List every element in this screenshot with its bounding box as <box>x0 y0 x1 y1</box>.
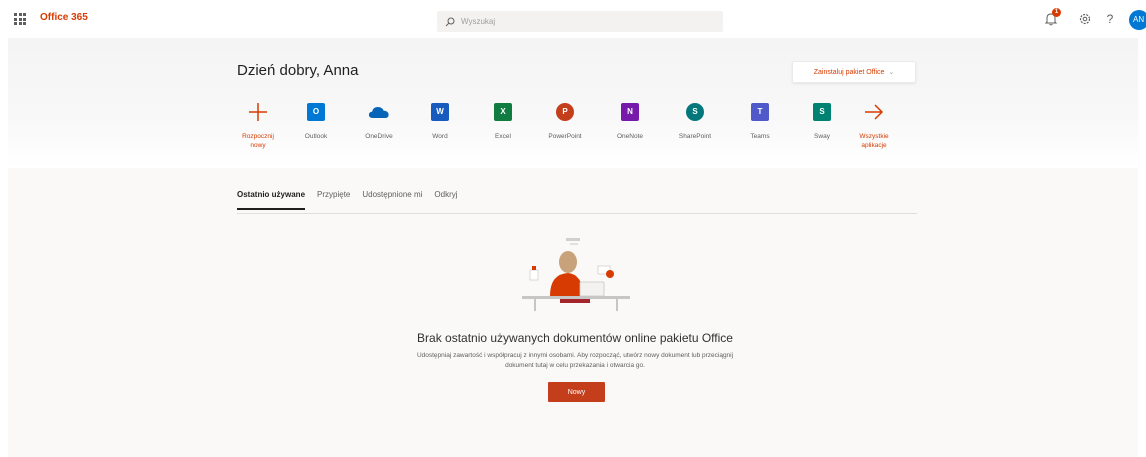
top-bar: Office 365 1 ? AN <box>0 0 1146 38</box>
document-tabs: Ostatnio używane Przypięte Udostępnione … <box>237 190 470 210</box>
help-button[interactable]: ? <box>1102 11 1118 27</box>
sharepoint-icon: S <box>686 103 704 121</box>
word-icon: W <box>431 103 449 121</box>
app-label: SharePoint <box>678 133 712 140</box>
app-label: Teams <box>750 133 770 140</box>
app-label: Outlook <box>304 133 328 140</box>
greeting-title: Dzień dobry, Anna <box>237 62 359 79</box>
app-launcher-row: Rozpocznij nowy O Outlook OneDrive W Word… <box>226 100 916 160</box>
avatar[interactable]: AN <box>1129 10 1146 30</box>
tab-discover[interactable]: Odkryj <box>434 190 457 210</box>
new-document-button[interactable]: Nowy <box>548 382 605 402</box>
app-all-apps[interactable]: Wszystkie aplikacje <box>846 100 902 160</box>
app-sharepoint[interactable]: S SharePoint <box>667 100 723 160</box>
onenote-icon: N <box>621 103 639 121</box>
help-icon: ? <box>1106 12 1114 26</box>
tab-recent[interactable]: Ostatnio używane <box>237 190 306 210</box>
empty-state-illustration <box>522 238 630 311</box>
app-start-new[interactable]: Rozpocznij nowy <box>230 100 286 160</box>
empty-state-description: Udostępniaj zawartość i współpracuj z in… <box>416 352 734 369</box>
settings-button[interactable] <box>1077 11 1093 27</box>
empty-state-title: Brak ostatnio używanych dokumentów onlin… <box>417 331 733 345</box>
app-excel[interactable]: X Excel <box>475 100 531 160</box>
notifications-button[interactable]: 1 <box>1043 8 1061 27</box>
sway-icon: S <box>813 103 831 121</box>
tab-pinned[interactable]: Przypięte <box>317 190 350 210</box>
app-word[interactable]: W Word <box>412 100 468 160</box>
search-input[interactable] <box>461 17 701 26</box>
brand-logo[interactable]: Office 365 <box>40 12 88 23</box>
teams-icon: T <box>751 103 769 121</box>
tabs-divider <box>237 213 917 214</box>
install-office-label: Zainstaluj pakiet Office <box>813 68 885 76</box>
app-teams[interactable]: T Teams <box>732 100 788 160</box>
plus-icon <box>249 103 267 121</box>
app-label: OneDrive <box>365 133 393 140</box>
notification-badge: 1 <box>1052 8 1061 17</box>
app-onenote[interactable]: N OneNote <box>602 100 658 160</box>
tab-shared[interactable]: Udostępnione mi <box>362 190 422 210</box>
app-powerpoint[interactable]: P PowerPoint <box>537 100 593 160</box>
app-label: Rozpocznij nowy <box>242 133 274 149</box>
onedrive-icon <box>368 106 389 118</box>
app-outlook[interactable]: O Outlook <box>288 100 344 160</box>
search-box[interactable] <box>437 11 723 32</box>
excel-icon: X <box>494 103 512 121</box>
app-launcher-icon[interactable] <box>14 13 26 25</box>
chevron-down-icon: ⌄ <box>888 69 895 76</box>
install-office-button[interactable]: Zainstaluj pakiet Office ⌄ <box>792 61 916 83</box>
search-icon <box>445 17 455 26</box>
powerpoint-icon: P <box>556 103 574 121</box>
app-label: Sway <box>814 133 830 140</box>
app-label: OneNote <box>616 133 644 140</box>
arrow-right-icon <box>865 104 884 120</box>
app-label: Excel <box>495 133 511 140</box>
app-sway[interactable]: S Sway <box>794 100 850 160</box>
app-label: Wszystkie aplikacje <box>859 133 889 149</box>
app-onedrive[interactable]: OneDrive <box>351 100 407 160</box>
app-label: PowerPoint <box>548 133 582 140</box>
gear-icon <box>1079 13 1091 25</box>
app-label: Word <box>432 133 448 140</box>
outlook-icon: O <box>307 103 325 121</box>
